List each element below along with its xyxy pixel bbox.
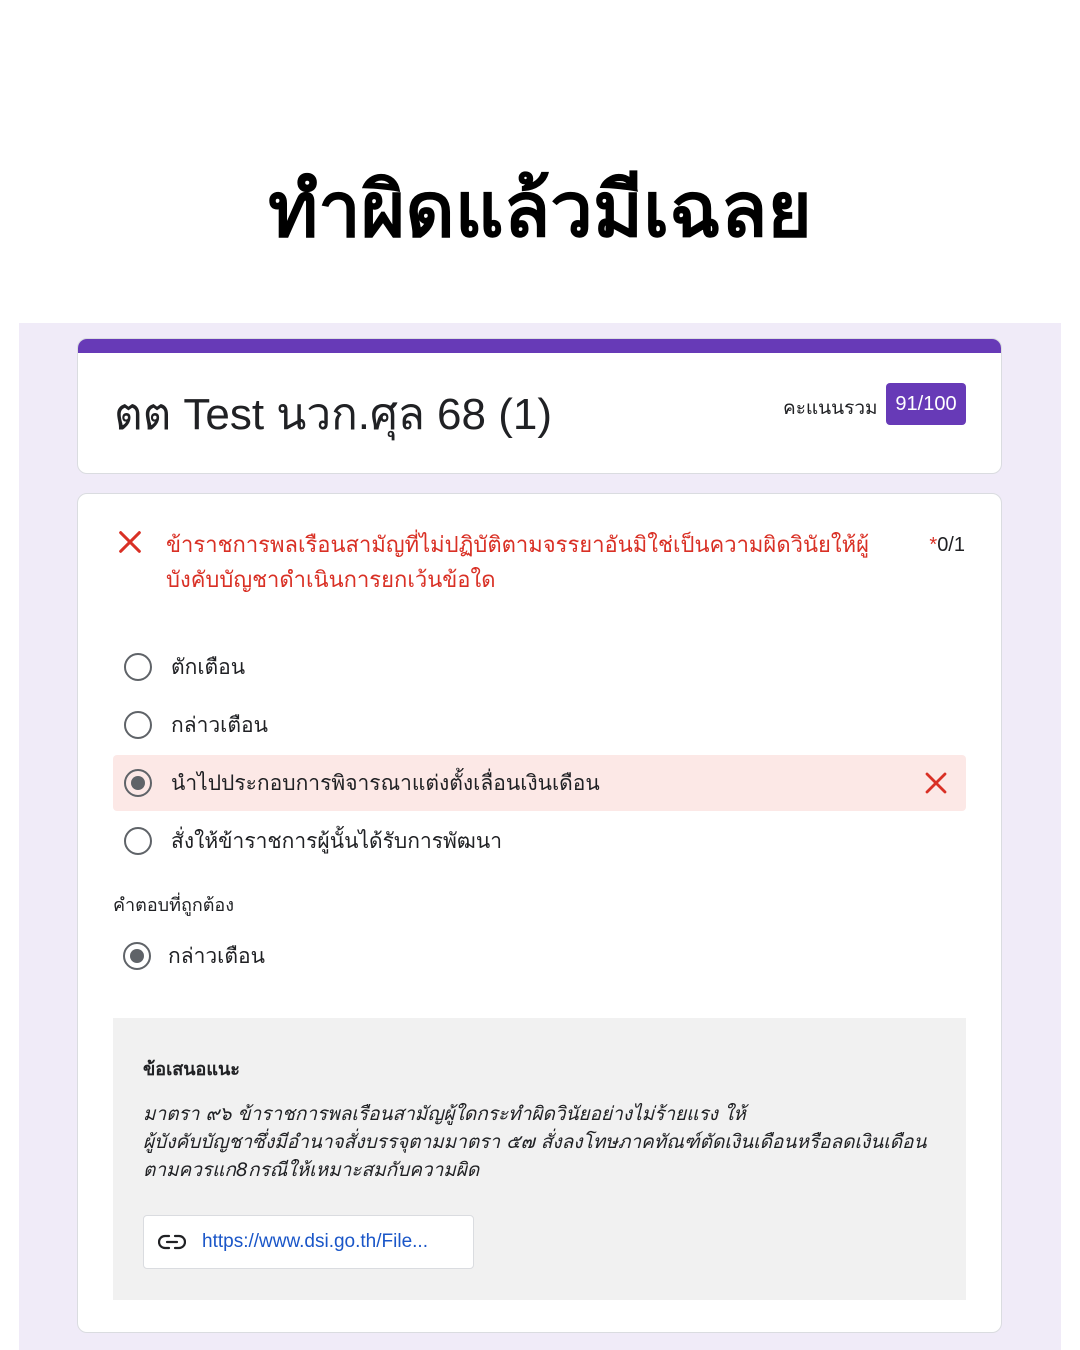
option-label: นำไปประกอบการพิจารณาแต่งตั้งเลื่อนเงินเด… (171, 770, 600, 795)
option-label: ตักเตือน (171, 654, 246, 679)
question-card: ข้าราชการพลเรือนสามัญที่ไม่ปฏิบัติตามจรร… (77, 493, 1002, 1333)
radio-button[interactable] (124, 827, 152, 855)
points-value: 0/1 (937, 534, 965, 556)
feedback-link[interactable]: https://www.dsi.go.th/File... (143, 1215, 474, 1269)
question-text-line: บังคับบัญชาดำเนินการยกเว้นข้อใด (166, 568, 496, 593)
option-label: สั่งให้ข้าราชการผู้นั้นได้รับการพัฒนา (171, 828, 502, 853)
option-item[interactable]: ตักเตือน (113, 639, 966, 695)
headline: ทำผิดแล้วมีเฉลย (268, 165, 812, 254)
correct-answer-item: กล่าวเตือน (113, 928, 966, 984)
title-accent-bar (78, 339, 1001, 353)
option-item[interactable]: กล่าวเตือน (113, 697, 966, 753)
feedback-panel: ข้อเสนอแนะ มาตรา ๙๖ ข้าราชการพลเรือนสามั… (113, 1018, 966, 1300)
option-item-selected-wrong[interactable]: นำไปประกอบการพิจารณาแต่งตั้งเลื่อนเงินเด… (113, 755, 966, 811)
close-icon (119, 531, 141, 553)
option-item[interactable]: สั่งให้ข้าราชการผู้นั้นได้รับการพัฒนา (113, 813, 966, 869)
feedback-link-text[interactable]: https://www.dsi.go.th/File... (202, 1231, 428, 1253)
question-points: *0/1 (929, 534, 965, 557)
form-title-card: ตต Test นวก.ศุล 68 (1) คะแนนรวม 91/100 (77, 338, 1002, 474)
correct-answer-label: คำตอบที่ถูกต้อง (113, 895, 235, 916)
radio-button[interactable] (124, 653, 152, 681)
form-title: ตต Test นวก.ศุล 68 (1) (114, 390, 553, 439)
total-score-badge: 91/100 (886, 383, 966, 425)
feedback-body: มาตรา ๙๖ ข้าราชการพลเรือนสามัญผู้ใดกระทำ… (143, 1100, 943, 1184)
correct-answer-text: กล่าวเตือน (168, 943, 265, 968)
feedback-line: ผู้บังคับบัญชาซึ่งมีอำนาจสั่งบรรจุตามมาต… (143, 1131, 927, 1153)
radio-button[interactable] (124, 711, 152, 739)
radio-button-checked[interactable] (124, 769, 152, 797)
question-text: ข้าราชการพลเรือนสามัญที่ไม่ปฏิบัติตามจรร… (166, 528, 886, 598)
feedback-title: ข้อเสนอแนะ (143, 1059, 240, 1080)
feedback-line: ตามควรแก8กรณีให้เหมาะสมกับความผิด (143, 1159, 480, 1181)
option-label: กล่าวเตือน (171, 712, 268, 737)
close-icon (925, 772, 947, 794)
feedback-line: มาตรา ๙๖ ข้าราชการพลเรือนสามัญผู้ใดกระทำ… (143, 1103, 746, 1125)
radio-button-checked (123, 942, 151, 970)
total-score-label: คะแนนรวม (783, 397, 878, 419)
link-icon (158, 1234, 186, 1250)
question-text-line: ข้าราชการพลเรือนสามัญที่ไม่ปฏิบัติตามจรร… (166, 533, 870, 558)
